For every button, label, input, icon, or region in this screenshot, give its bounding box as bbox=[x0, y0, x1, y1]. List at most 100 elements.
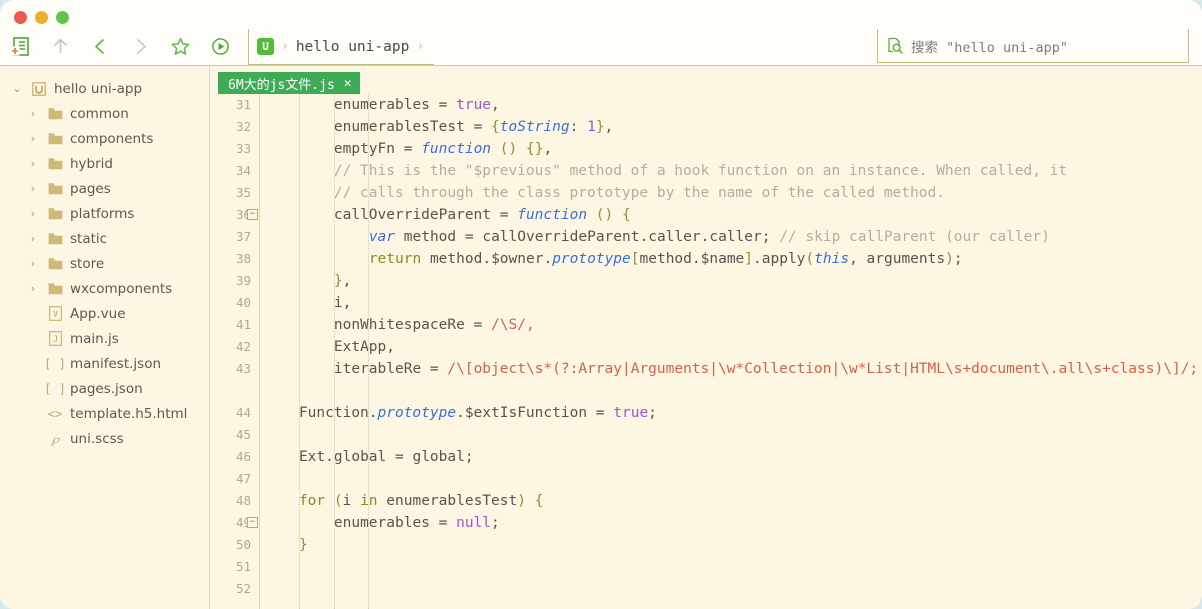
sidebar-item-label: wxcomponents bbox=[66, 281, 172, 297]
fold-toggle-icon[interactable]: − bbox=[247, 517, 258, 528]
chevron-right-icon[interactable]: › bbox=[22, 132, 44, 145]
chevron-right-icon[interactable]: › bbox=[22, 282, 44, 295]
folder-icon bbox=[44, 182, 66, 195]
forward-chevron-icon[interactable] bbox=[120, 29, 160, 63]
line-number: 43 bbox=[210, 358, 251, 380]
editor-tabstrip: 6M大的js文件.js ✕ bbox=[210, 66, 1202, 94]
star-icon[interactable] bbox=[160, 29, 200, 63]
code-line[interactable]: enumerables = null; bbox=[260, 512, 1202, 534]
editor-tab-active[interactable]: 6M大的js文件.js ✕ bbox=[218, 72, 360, 94]
sidebar-item-store[interactable]: › store bbox=[0, 251, 209, 276]
sidebar-item-label: pages bbox=[66, 181, 111, 197]
code-line[interactable]: return method.$owner.prototype[method.$n… bbox=[260, 248, 1202, 270]
line-number: 32 bbox=[210, 116, 251, 138]
code-line[interactable] bbox=[260, 424, 1202, 446]
code-line[interactable]: } bbox=[260, 534, 1202, 556]
code-line[interactable]: // calls through the class prototype by … bbox=[260, 182, 1202, 204]
sidebar-item-label: App.vue bbox=[66, 306, 126, 322]
code-content[interactable]: enumerables = true, enumerablesTest = {t… bbox=[260, 94, 1202, 609]
code-line[interactable] bbox=[260, 468, 1202, 490]
sidebar-item-uni.scss[interactable]: ℘uni.scss bbox=[0, 426, 209, 451]
vue-file-icon: V bbox=[44, 306, 66, 321]
sidebar-item-main.js[interactable]: Jmain.js bbox=[0, 326, 209, 351]
svg-text:V: V bbox=[53, 310, 58, 319]
line-number: 44 bbox=[210, 402, 251, 424]
code-line[interactable]: // This is the "$previous" method of a h… bbox=[260, 160, 1202, 182]
line-number: 48 bbox=[210, 490, 251, 512]
chevron-down-icon[interactable]: ⌄ bbox=[6, 82, 28, 95]
sidebar-item-common[interactable]: › common bbox=[0, 101, 209, 126]
new-file-icon[interactable] bbox=[0, 29, 40, 63]
code-line[interactable]: for (i in enumerablesTest) { bbox=[260, 490, 1202, 512]
code-line[interactable]: Function.prototype.$extIsFunction = true… bbox=[260, 402, 1202, 424]
code-line[interactable]: var method = callOverrideParent.caller.c… bbox=[260, 226, 1202, 248]
code-line[interactable]: nonWhitespaceRe = /\S/, bbox=[260, 314, 1202, 336]
code-editor: 6M大的js文件.js ✕ 313233343536−3738394041424… bbox=[210, 66, 1202, 609]
file-explorer-sidebar[interactable]: ⌄ hello uni-app › common› components› hy… bbox=[0, 66, 210, 609]
editor-tab-label: 6M大的js文件.js bbox=[228, 74, 335, 93]
json-file-icon: [ ] bbox=[44, 382, 66, 396]
chevron-right-icon[interactable]: › bbox=[22, 232, 44, 245]
chevron-right-icon[interactable]: › bbox=[22, 182, 44, 195]
sidebar-item-pages.json[interactable]: [ ]pages.json bbox=[0, 376, 209, 401]
sidebar-item-manifest.json[interactable]: [ ]manifest.json bbox=[0, 351, 209, 376]
sidebar-item-label: template.h5.html bbox=[66, 406, 187, 422]
code-line[interactable]: ExtApp, bbox=[260, 336, 1202, 358]
sidebar-item-static[interactable]: › static bbox=[0, 226, 209, 251]
main-body: ⌄ hello uni-app › common› components› hy… bbox=[0, 66, 1202, 609]
code-line[interactable]: iterableRe = /\[object\s*(?:Array|Argume… bbox=[260, 358, 1202, 380]
code-line[interactable]: callOverrideParent = function () { bbox=[260, 204, 1202, 226]
uniapp-logo-icon bbox=[28, 82, 50, 96]
chevron-right-icon[interactable]: › bbox=[22, 257, 44, 270]
sidebar-item-label: common bbox=[66, 106, 129, 122]
sidebar-item-platforms[interactable]: › platforms bbox=[0, 201, 209, 226]
folder-icon bbox=[44, 157, 66, 170]
code-area[interactable]: 313233343536−37383940414243444546474849−… bbox=[210, 94, 1202, 609]
window-controls bbox=[14, 11, 69, 24]
sidebar-item-App.vue[interactable]: V App.vue bbox=[0, 301, 209, 326]
sidebar-item-pages[interactable]: › pages bbox=[0, 176, 209, 201]
sidebar-item-hybrid[interactable]: › hybrid bbox=[0, 151, 209, 176]
code-line[interactable]: enumerables = true, bbox=[260, 94, 1202, 116]
code-line[interactable]: }, bbox=[260, 270, 1202, 292]
sidebar-item-hello-uni-app[interactable]: ⌄ hello uni-app bbox=[0, 76, 209, 101]
sidebar-item-template.h5.html[interactable]: <>template.h5.html bbox=[0, 401, 209, 426]
chevron-right-icon[interactable]: › bbox=[22, 207, 44, 220]
breadcrumb-project[interactable]: hello uni-app bbox=[296, 39, 410, 55]
breadcrumb-separator-trailing: › bbox=[416, 39, 424, 54]
close-icon[interactable]: ✕ bbox=[344, 76, 352, 91]
sidebar-item-label: manifest.json bbox=[66, 356, 161, 372]
back-chevron-icon[interactable] bbox=[80, 29, 120, 63]
close-window-button[interactable] bbox=[14, 11, 27, 24]
sidebar-item-components[interactable]: › components bbox=[0, 126, 209, 151]
line-number: 36− bbox=[210, 204, 251, 226]
folder-icon bbox=[44, 257, 66, 270]
search-input[interactable]: 搜索 "hello uni-app" bbox=[877, 29, 1189, 63]
maximize-window-button[interactable] bbox=[56, 11, 69, 24]
js-file-icon: J bbox=[44, 331, 66, 346]
chevron-right-icon[interactable]: › bbox=[22, 107, 44, 120]
code-line[interactable]: enumerablesTest = {toString: 1}, bbox=[260, 116, 1202, 138]
upload-arrow-icon[interactable] bbox=[40, 29, 80, 63]
code-line[interactable] bbox=[260, 380, 1202, 402]
minimize-window-button[interactable] bbox=[35, 11, 48, 24]
line-number: 41 bbox=[210, 314, 251, 336]
line-number: 46 bbox=[210, 446, 251, 468]
code-line[interactable]: i, bbox=[260, 292, 1202, 314]
sidebar-item-wxcomponents[interactable]: › wxcomponents bbox=[0, 276, 209, 301]
line-number: 45 bbox=[210, 424, 251, 446]
sidebar-item-label: hybrid bbox=[66, 156, 113, 172]
line-number-gutter[interactable]: 313233343536−37383940414243444546474849−… bbox=[210, 94, 260, 609]
code-line[interactable]: Ext.global = global; bbox=[260, 446, 1202, 468]
folder-icon bbox=[44, 132, 66, 145]
line-number: 49− bbox=[210, 512, 251, 534]
line-number: 47 bbox=[210, 468, 251, 490]
folder-icon bbox=[44, 232, 66, 245]
fold-toggle-icon[interactable]: − bbox=[247, 209, 258, 220]
sidebar-item-label: static bbox=[66, 231, 107, 247]
run-play-icon[interactable] bbox=[200, 29, 240, 63]
app-window: U › hello uni-app › 搜索 "hello uni-app" ⌄ bbox=[0, 0, 1202, 609]
line-number: 38 bbox=[210, 248, 251, 270]
code-line[interactable]: emptyFn = function () {}, bbox=[260, 138, 1202, 160]
chevron-right-icon[interactable]: › bbox=[22, 157, 44, 170]
